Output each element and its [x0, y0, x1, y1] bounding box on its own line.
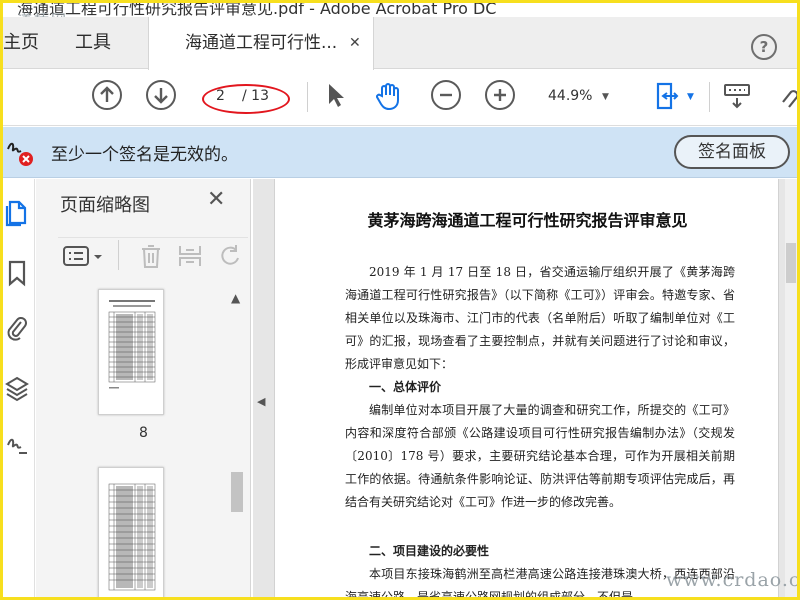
page-crop-icon [179, 246, 201, 266]
tab-tools[interactable]: 工具 [75, 17, 125, 69]
paragraph-evaluation: 编制单位对本项目开展了大量的调查和研究工作，所提交的《工可》内容和深度符合部颁《… [345, 403, 735, 509]
zoom-in-button[interactable] [485, 80, 515, 110]
arrow-up-icon [100, 86, 114, 102]
tab-document-label: 海通道工程可行性... [185, 33, 338, 53]
signature-banner: 至少一个签名是无效的。 签名面板 [3, 127, 797, 178]
zoom-level[interactable]: 44.9% [548, 88, 592, 104]
cursor-arrow-icon [329, 84, 344, 107]
navigation-rail [3, 179, 35, 597]
toolbar-divider [307, 82, 308, 112]
signature-status-message: 至少一个签名是无效的。 [51, 145, 238, 165]
delete-page-button[interactable] [138, 242, 164, 274]
bookmark-icon[interactable] [5, 259, 29, 287]
document-title: 黄茅海跨海通道工程可行性研究报告评审意见 [367, 211, 688, 230]
collapse-panel-icon[interactable]: ◀ [257, 395, 265, 408]
tab-home[interactable]: 主页 [3, 17, 58, 69]
thumbnail-page-number: 8 [139, 425, 148, 441]
hand-icon [376, 83, 399, 111]
thumbnails-title: 页面缩略图 [60, 195, 150, 216]
next-page-button[interactable] [146, 80, 176, 110]
page-navigator: 2 / 13 [202, 84, 290, 114]
rotate-page-button[interactable] [218, 242, 242, 274]
zoom-out-button[interactable] [431, 80, 461, 110]
previous-page-button[interactable] [92, 80, 122, 110]
toolbar-divider [709, 82, 710, 112]
fit-width-icon [656, 82, 679, 110]
attachment-icon[interactable] [5, 314, 29, 341]
section-heading: 二、项目建设的必要性 [369, 544, 490, 558]
title-bar: 海通道工程可行性研究报告评审意见.pdf - Adobe Acrobat Pro… [3, 3, 797, 17]
tab-bar: 主页 工具 海通道工程可行性... ✕ ? [3, 17, 797, 70]
page-thumbnail[interactable] [98, 289, 164, 415]
document-viewport: 黄茅海跨海通道工程可行性研究报告评审意见 2019 年 1 月 17 日至 18… [253, 179, 797, 597]
chevron-down-icon[interactable]: ▼ [602, 92, 609, 102]
minus-icon [440, 93, 452, 97]
hand-tool-button[interactable] [373, 80, 403, 111]
toolbar: 2 / 13 44.9% ▼ ▼ [3, 70, 797, 126]
help-icon[interactable]: ? [751, 34, 777, 60]
close-panel-icon[interactable]: ✕ [207, 187, 225, 212]
toolbar-divider [118, 240, 119, 270]
chevron-up-icon[interactable]: ▲ [231, 291, 240, 305]
close-tab-icon[interactable]: ✕ [349, 17, 361, 69]
section-heading: 一、总体评价 [369, 380, 442, 394]
paragraph-intro: 2019 年 1 月 17 日至 18 日，省交通运输厅组织开展了《黄茅海跨海通… [345, 265, 735, 371]
annotation-oval [202, 84, 290, 114]
link-tool-button[interactable] [777, 80, 797, 110]
arrow-down-icon [154, 88, 168, 104]
document-scrollbar[interactable] [785, 179, 797, 597]
thumbnails-scrollbar[interactable]: ▲ [229, 289, 246, 597]
thumbnails-toolbar [58, 237, 248, 273]
rotate-icon [221, 245, 239, 265]
thumbnails-panel: 页面缩略图 ✕ 8 ▲ [36, 179, 251, 597]
options-menu-button[interactable] [62, 244, 106, 274]
watermark-bottom: www.crdao.com [666, 569, 797, 591]
fit-page-button[interactable] [653, 80, 683, 110]
layers-icon[interactable] [5, 374, 29, 402]
pdf-page: 黄茅海跨海通道工程可行性研究报告评审意见 2019 年 1 月 17 日至 18… [274, 179, 779, 597]
link-icon [782, 90, 797, 108]
tab-document[interactable]: 海通道工程可行性... ✕ [148, 17, 374, 70]
select-tool-button[interactable] [321, 80, 351, 110]
page-thumbnail[interactable] [98, 467, 164, 597]
keyboard-tool-button[interactable] [721, 80, 751, 110]
signature-panel-button[interactable]: 签名面板 [674, 135, 790, 169]
signature-icon[interactable] [5, 431, 29, 457]
plus-icon [494, 89, 506, 101]
list-options-icon [63, 246, 102, 266]
chevron-down-icon[interactable]: ▼ [687, 92, 694, 102]
keyboard-icon [724, 84, 750, 109]
signature-invalid-icon [5, 137, 35, 167]
window-title: 海通道工程可行性研究报告评审意见.pdf - Adobe Acrobat Pro… [17, 3, 497, 17]
app-window: 海通道工程可行性研究报告评审意见.pdf - Adobe Acrobat Pro… [3, 3, 797, 597]
page-thumbnails-icon[interactable] [5, 199, 29, 227]
extract-page-button[interactable] [176, 242, 204, 274]
scrollbar-thumb[interactable] [786, 243, 796, 283]
trash-icon [142, 245, 160, 268]
scrollbar-thumb[interactable] [231, 472, 243, 512]
